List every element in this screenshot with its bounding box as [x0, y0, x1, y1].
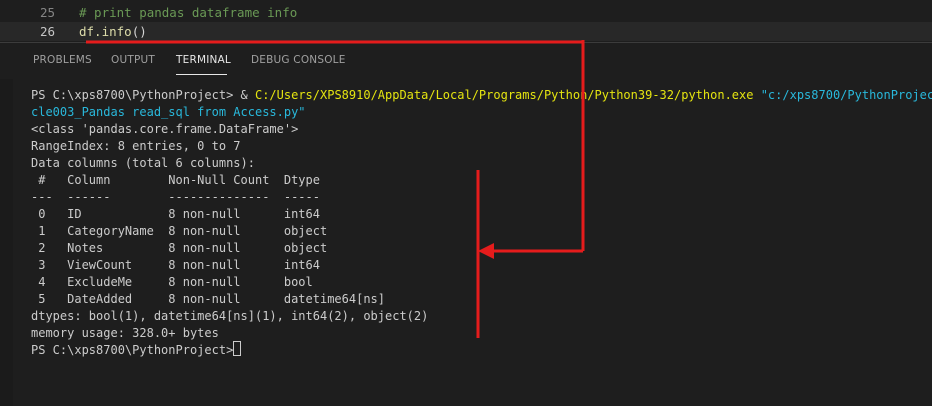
terminal-prompt: PS C:\xps8700\PythonProject>	[31, 88, 241, 102]
terminal-output-line: 1 CategoryName 8 non-null object	[31, 224, 328, 238]
code-line[interactable]: 25 # print pandas dataframe info	[0, 3, 932, 22]
bottom-panel: PROBLEMS OUTPUT TERMINAL DEBUG CONSOLE P…	[0, 42, 932, 406]
code-line-current[interactable]: 26 df.info()	[0, 22, 932, 41]
terminal-output-line: RangeIndex: 8 entries, 0 to 7	[31, 139, 241, 153]
panel-left-edge	[0, 79, 13, 406]
terminal-final-prompt: PS C:\xps8700\PythonProject>	[31, 343, 241, 357]
code-statement: df.info()	[79, 22, 147, 41]
terminal-python-path: C:/Users/XPS8910/AppData/Local/Programs/…	[254, 88, 754, 102]
code-function-call: df.info	[79, 24, 132, 39]
terminal-output-line: 4 ExcludeMe 8 non-null bool	[31, 275, 313, 289]
panel-tabs: PROBLEMS OUTPUT TERMINAL DEBUG CONSOLE	[0, 43, 932, 79]
terminal-script-path: "c:/xps8700/PythonProject/Ar	[760, 88, 932, 102]
code-comment: # print pandas dataframe info	[79, 5, 298, 20]
terminal-output-line: --- ------ -------------- -----	[31, 190, 320, 204]
active-tab-indicator	[176, 74, 227, 75]
terminal-command-line: PS C:\xps8700\PythonProject> & C:/Users/…	[31, 87, 932, 104]
terminal-output-line: 5 DateAdded 8 non-null datetime64[ns]	[31, 292, 386, 306]
terminal-output-line: # Column Non-Null Count Dtype	[31, 173, 320, 187]
terminal-output-line: <class 'pandas.core.frame.DataFrame'>	[31, 122, 299, 136]
terminal-output-line: 2 Notes 8 non-null object	[31, 241, 328, 255]
tab-debug-console[interactable]: DEBUG CONSOLE	[251, 54, 346, 66]
line-number: 25	[39, 5, 55, 20]
terminal-output-line: 0 ID 8 non-null int64	[31, 207, 320, 221]
terminal-output-line: 3 ViewCount 8 non-null int64	[31, 258, 320, 272]
terminal-cursor	[233, 341, 241, 356]
code-parens: ()	[131, 24, 147, 39]
code-editor[interactable]: 25 # print pandas dataframe info 26 df.i…	[0, 0, 932, 42]
tab-terminal[interactable]: TERMINAL	[176, 54, 231, 66]
tab-output[interactable]: OUTPUT	[111, 54, 155, 66]
terminal-output-line: dtypes: bool(1), datetime64[ns](1), int6…	[31, 309, 429, 323]
terminal-output-line: Data columns (total 6 columns):	[31, 156, 255, 170]
tab-problems[interactable]: PROBLEMS	[33, 54, 92, 66]
terminal-amp: &	[240, 88, 255, 102]
terminal-script-path-wrap: cle003_Pandas read_sql from Access.py"	[31, 105, 306, 119]
line-number: 26	[39, 24, 55, 39]
terminal-output-line: memory usage: 328.0+ bytes	[31, 326, 219, 340]
